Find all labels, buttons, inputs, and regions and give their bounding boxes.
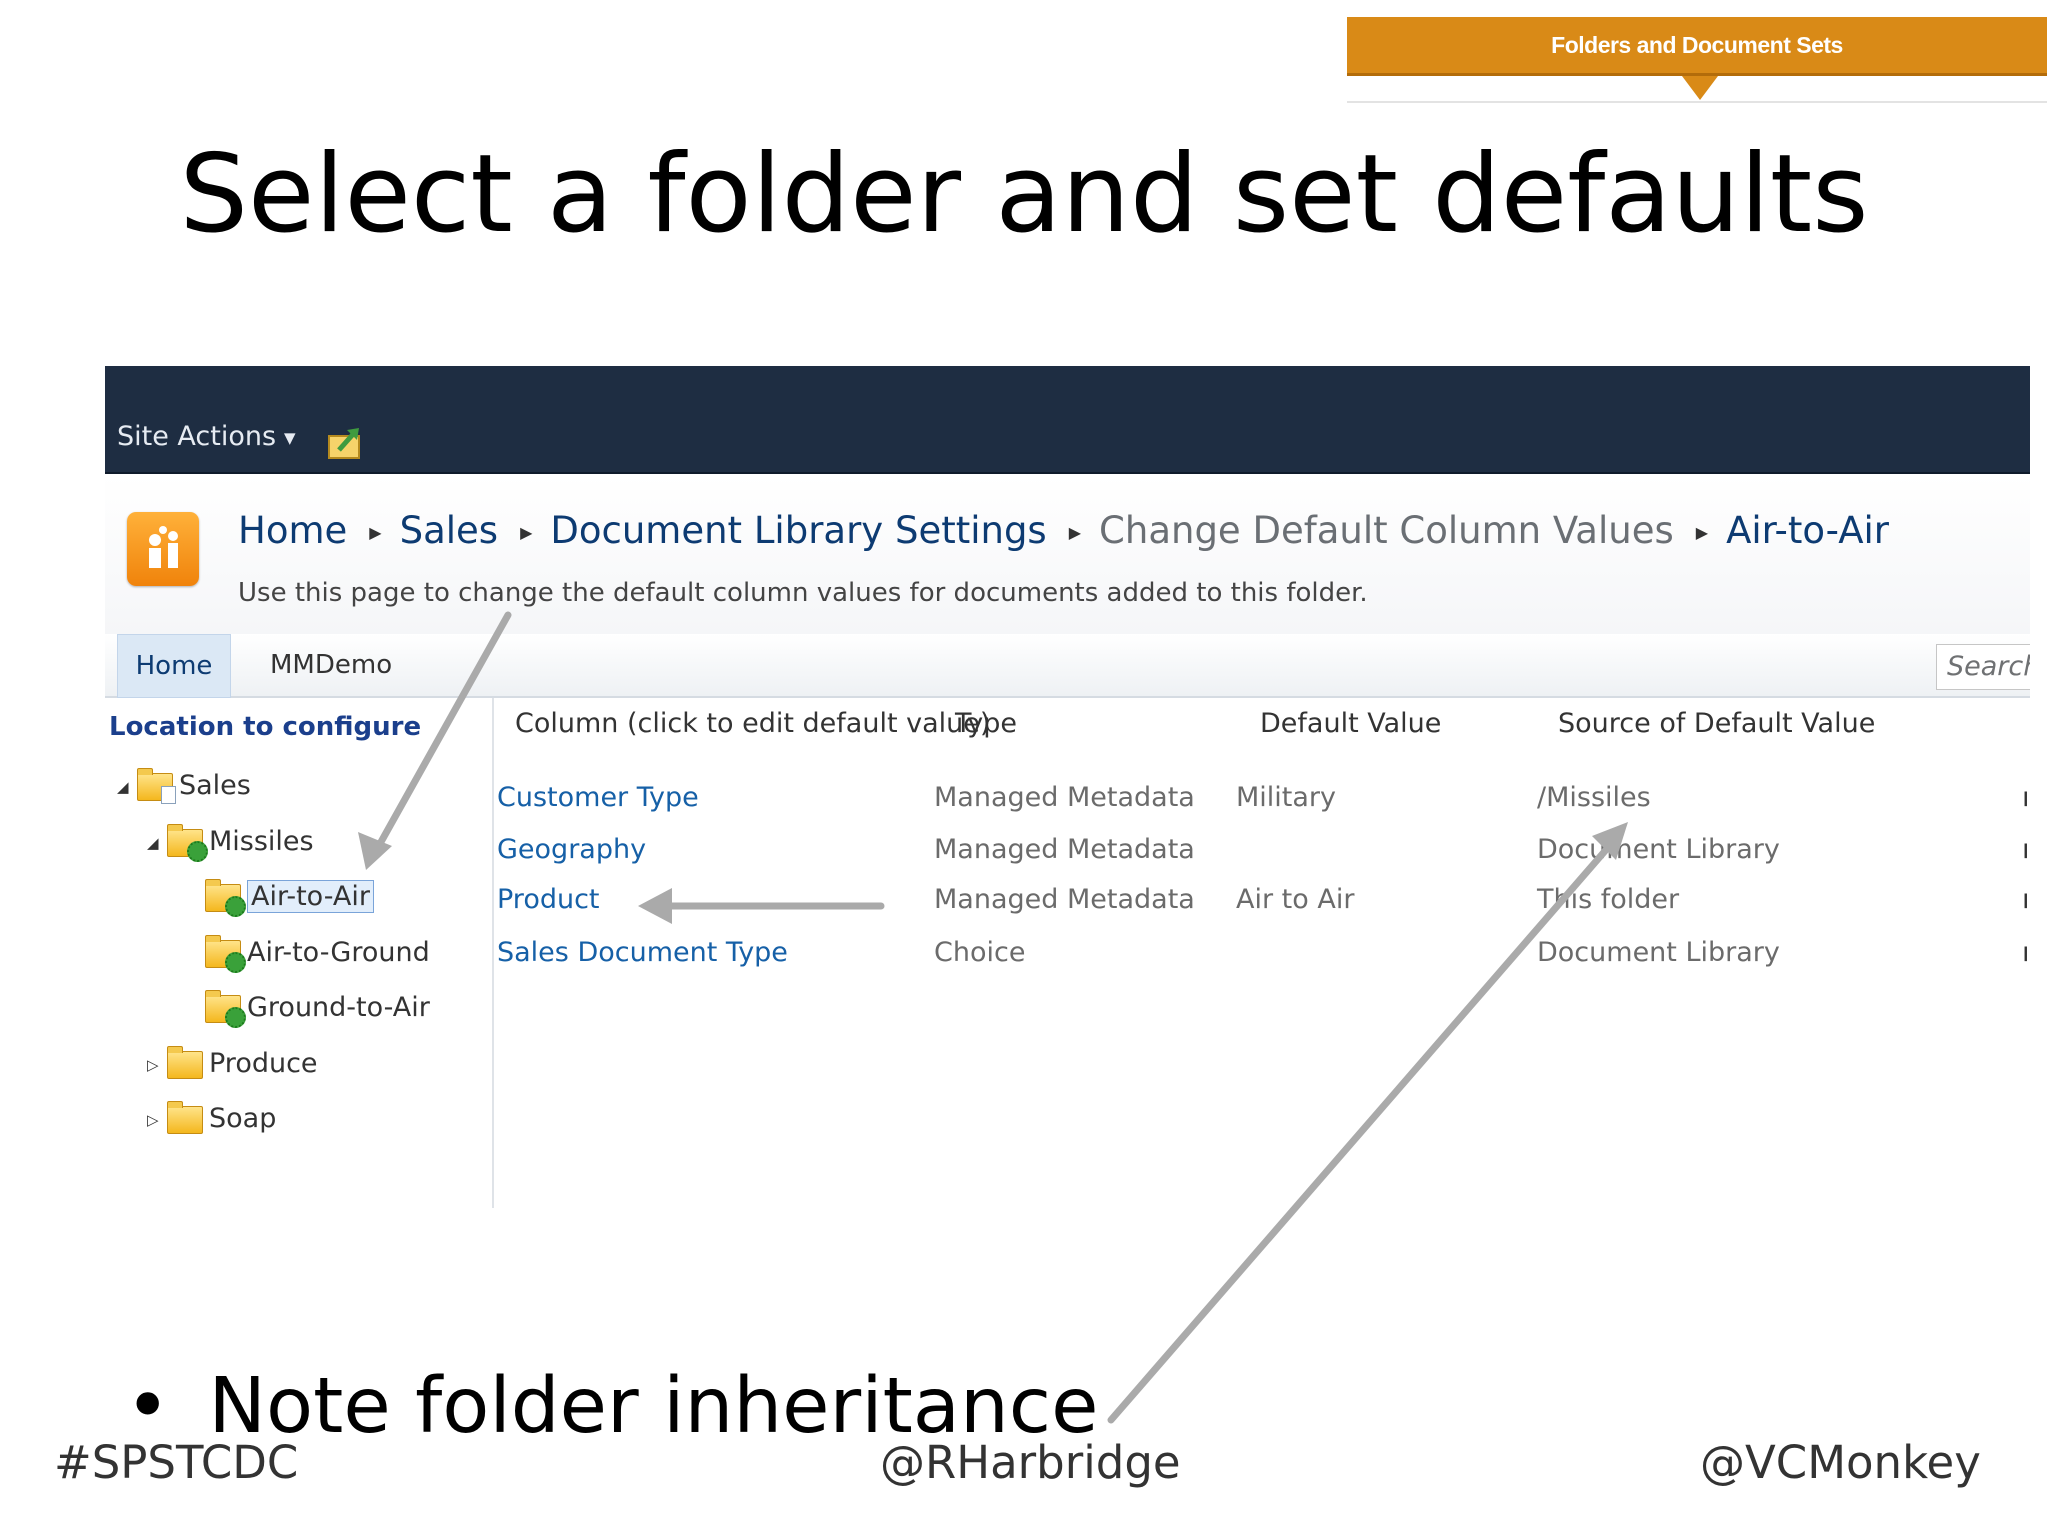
row-customer-type-source: /Missiles bbox=[1537, 782, 1651, 813]
site-logo[interactable] bbox=[127, 512, 199, 586]
default-values-table: Column (click to edit default value) Typ… bbox=[495, 698, 2030, 1208]
site-actions-label: Site Actions bbox=[117, 421, 277, 452]
ribbon-bar: Site Actions ▼ bbox=[105, 366, 2030, 474]
column-header-default: Default Value bbox=[1260, 708, 1442, 739]
tree-item-soap[interactable]: ▷ Soap bbox=[147, 1099, 276, 1139]
tree-item-ground-to-air[interactable]: Ground-to-Air bbox=[205, 988, 430, 1028]
location-panel: Location to configure ◢ Sales ◢ Missiles A… bbox=[105, 698, 494, 1208]
tree-item-label: Produce bbox=[209, 1048, 318, 1079]
folder-gear-icon bbox=[205, 989, 246, 1028]
tree-item-label: Sales bbox=[179, 770, 251, 801]
tree-item-label: Soap bbox=[209, 1103, 277, 1134]
row-geography-type: Managed Metadata bbox=[934, 834, 1195, 865]
top-navigation: Home MMDemo Search bbox=[105, 634, 2030, 698]
column-header-column: Column (click to edit default value) bbox=[515, 708, 991, 739]
breadcrumb: Home ▶ Sales ▶ Document Library Settings ▶ Cha… bbox=[238, 509, 1889, 552]
folder-gear-icon bbox=[205, 878, 246, 917]
footer-center: @RHarbridge bbox=[880, 1436, 1181, 1489]
column-header-type: Type bbox=[955, 708, 1018, 739]
clipped-column-edge: ı bbox=[2022, 884, 2030, 915]
footer-right: @VCMonkey bbox=[1700, 1436, 1981, 1489]
tab-mmdemo[interactable]: MMDemo bbox=[270, 634, 392, 696]
footer-left: #SPSTCDC bbox=[54, 1436, 299, 1489]
breadcrumb-sales[interactable]: Sales bbox=[400, 509, 498, 552]
breadcrumb-separator-icon: ▶ bbox=[369, 523, 382, 542]
breadcrumb-library-settings[interactable]: Document Library Settings bbox=[550, 509, 1046, 552]
row-geography-source: Document Library bbox=[1537, 834, 1780, 865]
tab-home[interactable]: Home bbox=[117, 634, 231, 698]
folder-icon bbox=[167, 1045, 203, 1079]
row-sales-document-type-link[interactable]: Sales Document Type bbox=[497, 937, 788, 968]
tree-item-air-to-air[interactable]: Air-to-Air bbox=[205, 877, 374, 917]
row-sales-document-type-type: Choice bbox=[934, 937, 1026, 968]
breadcrumb-home[interactable]: Home bbox=[238, 509, 347, 552]
breadcrumb-separator-icon: ▶ bbox=[520, 523, 533, 542]
page-description: Use this page to change the default colu… bbox=[238, 578, 1368, 608]
folder-gear-icon bbox=[167, 823, 208, 862]
breadcrumb-separator-icon: ▶ bbox=[1695, 523, 1709, 542]
banner-divider bbox=[1347, 101, 2047, 103]
breadcrumb-current-folder: Air-to-Air bbox=[1726, 509, 1890, 552]
breadcrumb-separator-icon: ▶ bbox=[1068, 523, 1082, 542]
tree-item-label: Air-to-Ground bbox=[247, 937, 430, 968]
folder-icon bbox=[167, 1100, 203, 1134]
folder-gear-icon bbox=[205, 934, 246, 973]
tree-item-missiles[interactable]: ◢ Missiles bbox=[147, 822, 314, 862]
tree-item-label: Ground-to-Air bbox=[247, 992, 430, 1023]
navigate-up-icon[interactable] bbox=[327, 426, 367, 460]
site-actions-menu[interactable]: Site Actions ▼ bbox=[117, 421, 296, 452]
slide-title: Select a folder and set defaults bbox=[179, 132, 1869, 257]
section-banner: Folders and Document Sets bbox=[1347, 17, 2047, 76]
expanded-triangle-icon[interactable]: ◢ bbox=[147, 823, 167, 863]
clipped-column-edge: ı bbox=[2022, 782, 2030, 813]
banner-arrow-icon bbox=[1682, 76, 1718, 100]
expanded-triangle-icon[interactable]: ◢ bbox=[117, 767, 137, 807]
document-library-icon bbox=[137, 767, 176, 804]
tree-item-produce[interactable]: ▷ Produce bbox=[147, 1044, 318, 1084]
column-header-source: Source of Default Value bbox=[1558, 708, 1876, 739]
tree-item-air-to-ground[interactable]: Air-to-Ground bbox=[205, 933, 430, 973]
row-product-source: This folder bbox=[1537, 884, 1680, 915]
row-customer-type-type: Managed Metadata bbox=[934, 782, 1195, 813]
row-geography-link[interactable]: Geography bbox=[497, 834, 646, 865]
row-sales-document-type-source: Document Library bbox=[1537, 937, 1780, 968]
tree-item-label-selected: Air-to-Air bbox=[247, 880, 374, 913]
search-input[interactable]: Search bbox=[1936, 644, 2030, 690]
location-title: Location to configure bbox=[109, 712, 422, 742]
clipped-column-edge: ı bbox=[2022, 834, 2030, 865]
page-header: Home ▶ Sales ▶ Document Library Settings ▶ Cha… bbox=[105, 474, 2030, 635]
row-customer-type-default: Military bbox=[1236, 782, 1337, 813]
row-product-link[interactable]: Product bbox=[497, 884, 600, 915]
collapsed-triangle-icon[interactable]: ▷ bbox=[147, 1045, 167, 1085]
tree-item-label: Missiles bbox=[209, 826, 314, 857]
row-product-type: Managed Metadata bbox=[934, 884, 1195, 915]
sharepoint-screenshot: Site Actions ▼ Home ▶ Sales ▶ Document Librar… bbox=[105, 366, 2030, 1208]
collapsed-triangle-icon[interactable]: ▷ bbox=[147, 1100, 167, 1140]
row-product-default: Air to Air bbox=[1236, 884, 1355, 915]
breadcrumb-change-defaults: Change Default Column Values bbox=[1099, 509, 1674, 552]
people-icon bbox=[149, 526, 178, 568]
clipped-column-edge: ı bbox=[2022, 937, 2030, 968]
chevron-down-icon: ▼ bbox=[284, 428, 296, 447]
row-customer-type-link[interactable]: Customer Type bbox=[497, 782, 699, 813]
tree-item-sales[interactable]: ◢ Sales bbox=[117, 766, 251, 806]
